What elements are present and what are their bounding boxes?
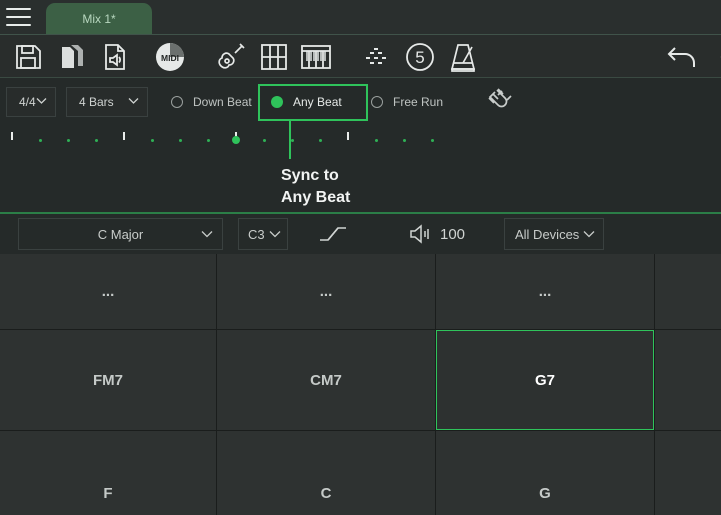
device-value: All Devices bbox=[515, 226, 580, 242]
beat-dot bbox=[67, 139, 70, 142]
open-file-icon[interactable] bbox=[55, 40, 89, 74]
toolbar: MIDI 5 bbox=[0, 35, 721, 78]
volume-control[interactable]: 100 bbox=[408, 221, 465, 247]
chord-pad[interactable]: ... bbox=[0, 254, 216, 329]
piano-icon[interactable] bbox=[299, 40, 333, 74]
hamburger-menu-icon[interactable] bbox=[6, 8, 31, 28]
grid-icon[interactable] bbox=[257, 40, 291, 74]
radio-label: Free Run bbox=[393, 95, 444, 109]
device-select[interactable]: All Devices bbox=[504, 218, 604, 250]
undo-icon[interactable] bbox=[665, 40, 699, 74]
magnet-icon[interactable] bbox=[484, 86, 516, 118]
beat-dot bbox=[291, 139, 294, 142]
callout-line-2: Any Beat bbox=[281, 189, 351, 206]
audio-file-icon[interactable] bbox=[98, 40, 132, 74]
octave-select[interactable]: C3 bbox=[238, 218, 288, 250]
bar-tick bbox=[11, 132, 13, 140]
radio-circle bbox=[371, 96, 383, 108]
chord-pad-c[interactable]: C bbox=[217, 431, 435, 515]
tab-mix-1[interactable]: Mix 1* bbox=[46, 3, 152, 36]
highlight-box bbox=[258, 84, 368, 121]
bars-value: 4 Bars bbox=[79, 95, 114, 109]
save-icon[interactable] bbox=[11, 40, 45, 74]
beat-dot bbox=[207, 139, 210, 142]
tab-bar: Mix 1* bbox=[0, 0, 721, 36]
chord-pad-g7[interactable]: G7 bbox=[436, 330, 654, 430]
beat-dot bbox=[319, 139, 322, 142]
chord-pad[interactable]: ... bbox=[217, 254, 435, 329]
midi-icon[interactable]: MIDI bbox=[153, 40, 187, 74]
beat-dot bbox=[403, 139, 406, 142]
callout-line-1: Sync to bbox=[281, 167, 339, 184]
chord-pad-g[interactable]: G bbox=[436, 431, 654, 515]
chord-pad[interactable] bbox=[655, 431, 721, 515]
radio-circle bbox=[171, 96, 183, 108]
callout-text: Sync to Any Beat bbox=[281, 165, 350, 209]
time-signature-value: 4/4 bbox=[19, 95, 36, 109]
radio-down-beat[interactable]: Down Beat bbox=[171, 93, 252, 111]
playhead-dot bbox=[232, 136, 240, 144]
beat-dot bbox=[375, 139, 378, 142]
beat-dot bbox=[39, 139, 42, 142]
radio-label: Down Beat bbox=[193, 95, 252, 109]
beat-dot bbox=[95, 139, 98, 142]
key-value: C Major bbox=[97, 226, 144, 242]
octave-value: C3 bbox=[248, 226, 265, 242]
chord-pad[interactable] bbox=[655, 330, 721, 430]
bar-tick bbox=[123, 132, 125, 140]
chord-pad-cm7[interactable]: CM7 bbox=[217, 330, 435, 430]
chevron-down-icon bbox=[128, 98, 139, 104]
chevron-down-icon bbox=[269, 231, 281, 238]
bars-select[interactable]: 4 Bars bbox=[66, 87, 148, 117]
bar-tick bbox=[347, 132, 349, 140]
beat-ruler bbox=[0, 130, 721, 146]
midi-label: MIDI bbox=[161, 53, 179, 63]
count-in-5-icon[interactable]: 5 bbox=[403, 40, 437, 74]
chord-pad-f[interactable]: F bbox=[0, 431, 216, 515]
redo-icon[interactable] bbox=[706, 40, 721, 74]
arpeggio-dots-icon[interactable] bbox=[359, 40, 393, 74]
radio-free-run[interactable]: Free Run bbox=[371, 93, 443, 111]
volume-value: 100 bbox=[440, 225, 466, 243]
beat-dot bbox=[151, 139, 154, 142]
beat-dot bbox=[431, 139, 434, 142]
chord-pad-grid: ... ... ... FM7 CM7 G7 F C G bbox=[0, 254, 721, 515]
metronome-icon[interactable] bbox=[446, 40, 480, 74]
chord-pad[interactable] bbox=[655, 254, 721, 329]
chord-pad[interactable]: ... bbox=[436, 254, 654, 329]
speaker-icon bbox=[410, 224, 429, 244]
guitar-icon[interactable] bbox=[214, 40, 248, 74]
chevron-down-icon bbox=[583, 231, 595, 238]
velocity-curve-icon[interactable] bbox=[316, 221, 350, 247]
key-select[interactable]: C Major bbox=[18, 218, 223, 250]
chevron-down-icon bbox=[36, 98, 47, 104]
time-signature-select[interactable]: 4/4 bbox=[6, 87, 56, 117]
count-label: 5 bbox=[415, 48, 424, 67]
beat-dot bbox=[263, 139, 266, 142]
chevron-down-icon bbox=[201, 231, 213, 238]
chord-pad-fm7[interactable]: FM7 bbox=[0, 330, 216, 430]
beat-dot bbox=[179, 139, 182, 142]
